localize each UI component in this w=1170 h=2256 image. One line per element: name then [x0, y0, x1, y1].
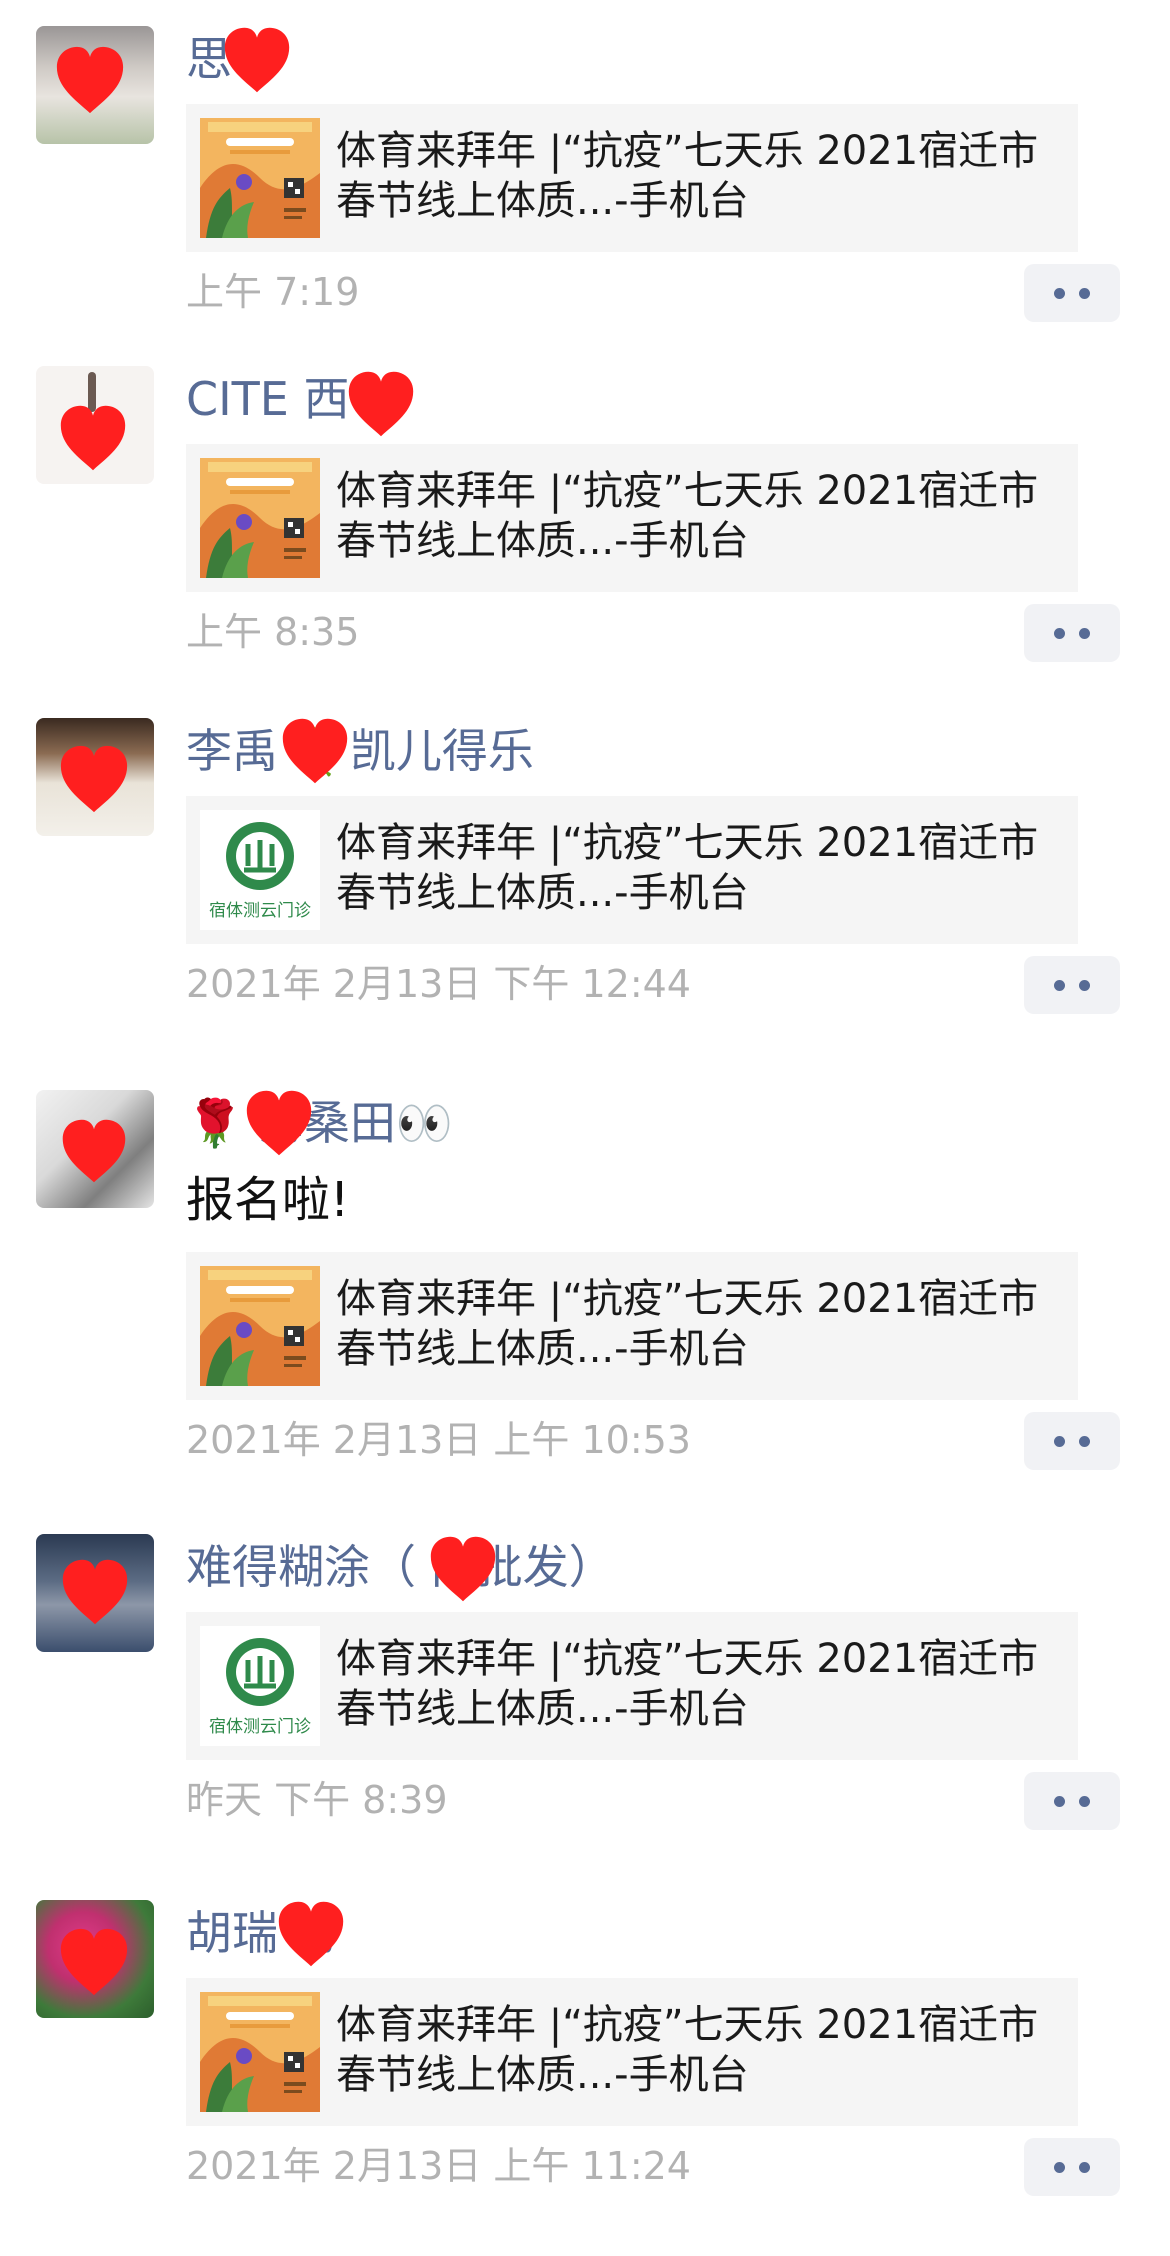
link-title: 体育来拜年 |“抗疫”七天乐 2021宿迁市春节线上体质...-手机台: [336, 468, 1039, 564]
heart-icon: [58, 1922, 130, 2002]
link-title: 体育来拜年 |“抗疫”七天乐 2021宿迁市春节线上体质...-手机台: [336, 2002, 1039, 2098]
more-dots-icon: [1054, 288, 1065, 299]
author-name[interactable]: CITE 西: [186, 370, 349, 428]
post-text: 报名啦!: [186, 1172, 350, 1228]
post-time: 上午 7:19: [186, 270, 360, 314]
more-dots-icon: [1079, 288, 1090, 299]
heart-icon: [58, 398, 128, 478]
author-name[interactable]: 🌹 海桑田👀: [186, 1094, 453, 1152]
post-time: 上午 8:35: [186, 610, 360, 654]
avatar[interactable]: [36, 26, 154, 144]
link-title: 体育来拜年 |“抗疫”七天乐 2021宿迁市春节线上体质...-手机台: [336, 1276, 1039, 1372]
heart-icon: [346, 366, 416, 442]
more-button[interactable]: [1024, 264, 1120, 322]
heart-icon: [54, 40, 126, 120]
link-card[interactable]: 体育来拜年 |“抗疫”七天乐 2021宿迁市春节线上体质...-手机台: [186, 1252, 1078, 1400]
link-card[interactable]: 宿体测云门诊 体育来拜年 |“抗疫”七天乐 2021宿迁市春节线上体质...-手…: [186, 796, 1078, 944]
more-dots-icon: [1079, 628, 1090, 639]
more-dots-icon: [1054, 1436, 1065, 1447]
heart-icon: [276, 1894, 346, 1974]
heart-icon: [60, 1552, 130, 1632]
heart-icon: [280, 712, 350, 790]
avatar[interactable]: [36, 1534, 154, 1652]
link-thumbnail: [200, 118, 320, 238]
post-time: 2021年 2月13日 上午 10:53: [186, 1418, 691, 1462]
post-time: 2021年 2月13日 上午 11:24: [186, 2144, 691, 2188]
avatar[interactable]: [36, 1900, 154, 2018]
heart-icon: [244, 1084, 314, 1162]
avatar[interactable]: [36, 1090, 154, 1208]
more-dots-icon: [1054, 2162, 1065, 2173]
heart-icon: [58, 738, 130, 820]
more-dots-icon: [1054, 1796, 1065, 1807]
more-dots-icon: [1079, 2162, 1090, 2173]
more-button[interactable]: [1024, 956, 1120, 1014]
link-thumbnail: 宿体测云门诊: [200, 810, 320, 930]
more-button[interactable]: [1024, 1772, 1120, 1830]
clinic-logo-text: 宿体测云门诊: [209, 1717, 311, 1737]
link-thumbnail: [200, 1266, 320, 1386]
link-title: 体育来拜年 |“抗疫”七天乐 2021宿迁市春节线上体质...-手机台: [336, 1636, 1039, 1732]
avatar[interactable]: [36, 366, 154, 484]
heart-icon: [428, 1530, 498, 1608]
more-dots-icon: [1079, 1436, 1090, 1447]
link-card[interactable]: 体育来拜年 |“抗疫”七天乐 2021宿迁市春节线上体质...-手机台: [186, 444, 1078, 592]
more-button[interactable]: [1024, 604, 1120, 662]
more-dots-icon: [1054, 980, 1065, 991]
post-time: 昨天 下午 8:39: [186, 1778, 448, 1822]
link-title: 体育来拜年 |“抗疫”七天乐 2021宿迁市春节线上体质...-手机台: [336, 128, 1039, 224]
heart-icon: [60, 1112, 128, 1190]
avatar[interactable]: [36, 718, 154, 836]
author-name[interactable]: 李禹 🍀凯儿得乐: [186, 722, 534, 780]
link-thumbnail: 宿体测云门诊: [200, 1626, 320, 1746]
more-button[interactable]: [1024, 1412, 1120, 1470]
more-button[interactable]: [1024, 2138, 1120, 2196]
link-card[interactable]: 体育来拜年 |“抗疫”七天乐 2021宿迁市春节线上体质...-手机台: [186, 104, 1078, 252]
link-thumbnail: [200, 458, 320, 578]
clinic-logo-text: 宿体测云门诊: [209, 901, 311, 921]
more-dots-icon: [1079, 980, 1090, 991]
more-dots-icon: [1079, 1796, 1090, 1807]
link-title: 体育来拜年 |“抗疫”七天乐 2021宿迁市春节线上体质...-手机台: [336, 820, 1039, 916]
post-time: 2021年 2月13日 下午 12:44: [186, 962, 691, 1006]
link-card[interactable]: 宿体测云门诊 体育来拜年 |“抗疫”七天乐 2021宿迁市春节线上体质...-手…: [186, 1612, 1078, 1760]
heart-icon: [222, 22, 292, 98]
link-thumbnail: [200, 1992, 320, 2112]
link-card[interactable]: 体育来拜年 |“抗疫”七天乐 2021宿迁市春节线上体质...-手机台: [186, 1978, 1078, 2126]
more-dots-icon: [1054, 628, 1065, 639]
author-name[interactable]: 难得糊涂（ 肉批发）: [186, 1538, 615, 1596]
